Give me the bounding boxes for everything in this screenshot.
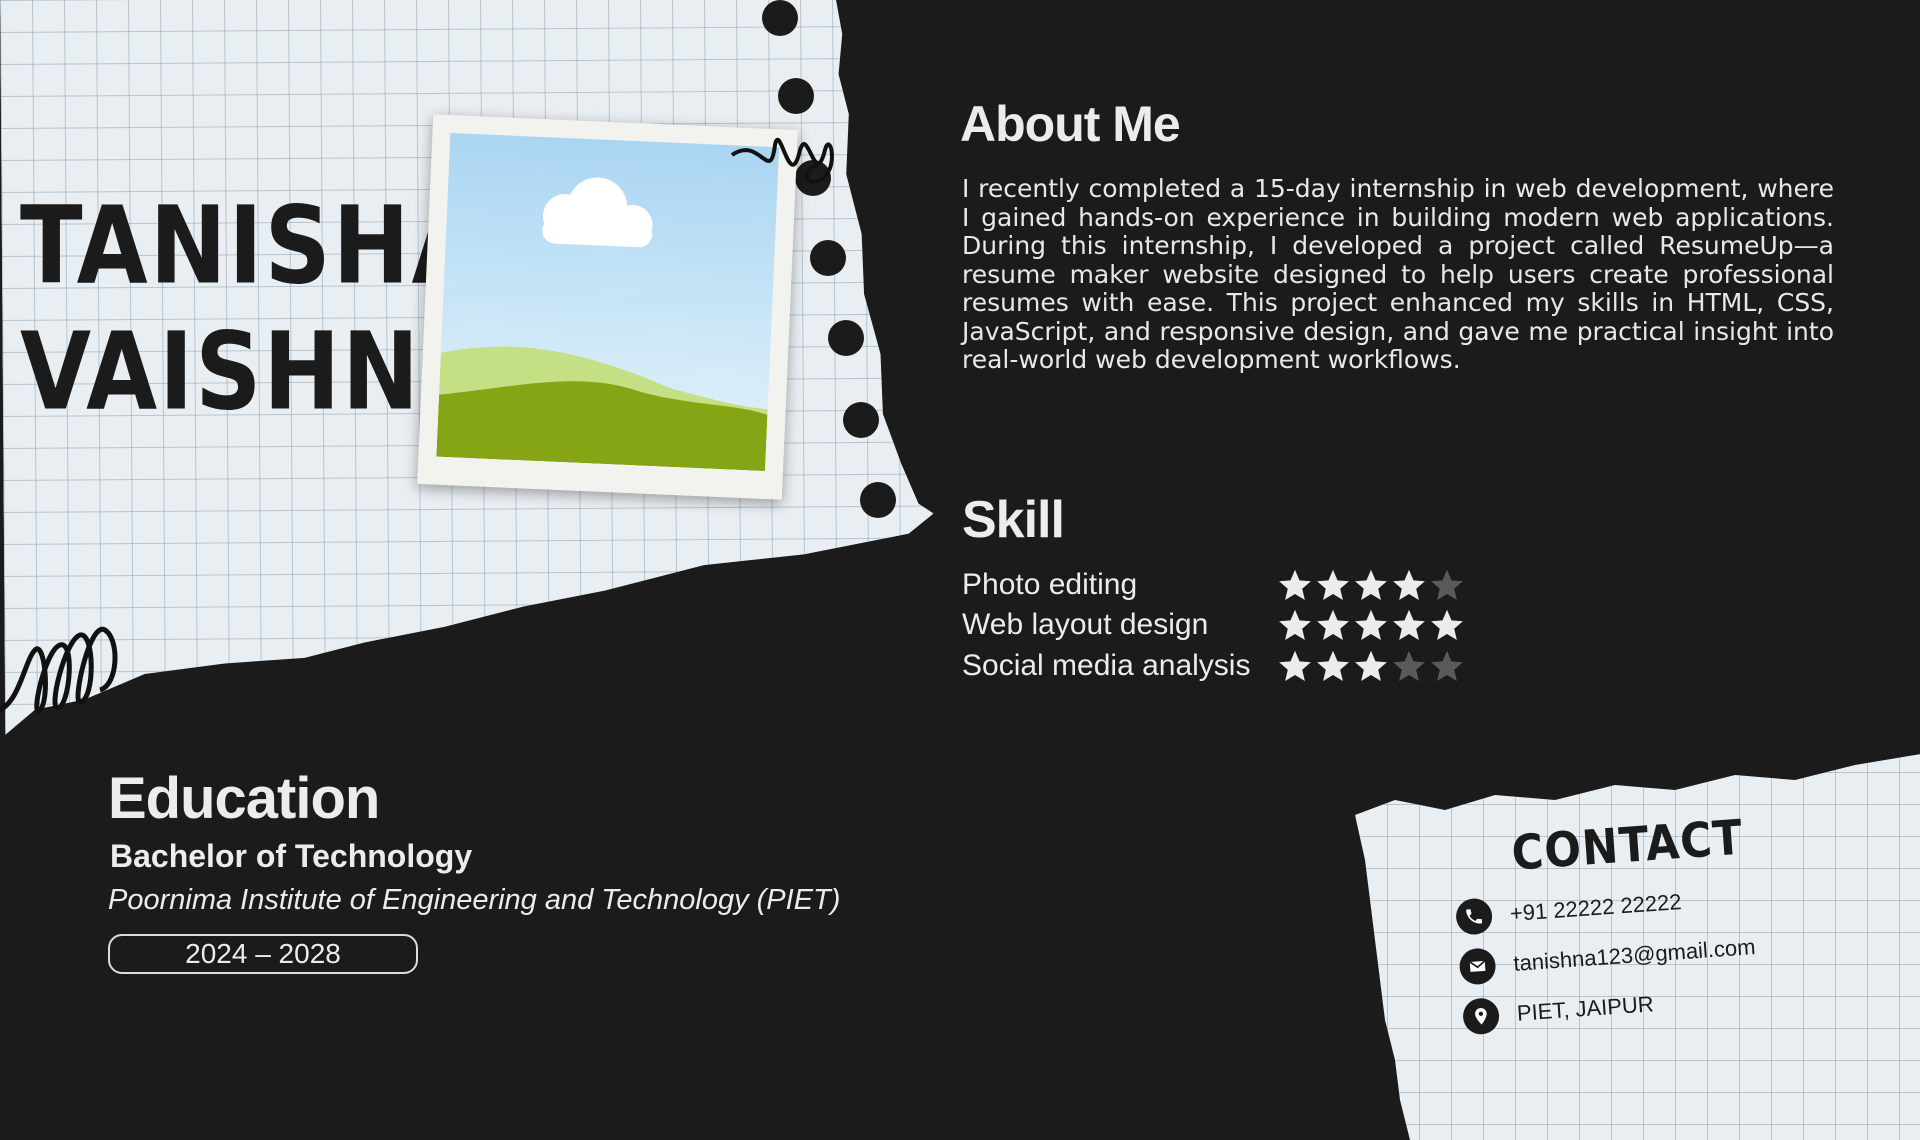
skill-row: Photo editing [962,565,1465,605]
star-empty-icon [1431,650,1463,681]
skill-title: Skill [962,491,1065,549]
scribble-decoration-icon [0,626,118,714]
degree: Bachelor of Technology [110,838,473,874]
contact-location-text: PIET, JAIPUR [1516,991,1655,1026]
contact-card: CONTACT +91 22222 22222 tanishna123@gmai… [1450,805,1823,1036]
skill-row: Web layout design [962,605,1465,645]
skill-row: Social media analysis [962,646,1465,686]
star-filled-icon [1393,609,1425,640]
star-filled-icon [1317,569,1349,600]
contact-phone[interactable]: +91 22222 22222 [1454,875,1817,936]
contact-phone-text: +91 22222 22222 [1509,889,1683,926]
binder-hole [762,0,798,36]
star-filled-icon [1431,609,1463,640]
binder-hole [860,482,896,518]
education-years-badge: 2024 – 2028 [108,934,418,974]
location-pin-icon [1461,997,1501,1036]
skill-rating [1277,607,1465,643]
skill-rating [1277,648,1465,684]
first-name: TANISHA [20,184,485,309]
star-filled-icon [1317,650,1349,681]
binder-hole [810,240,846,276]
star-filled-icon [1279,609,1311,640]
star-filled-icon [1355,609,1387,640]
mail-icon [1458,947,1497,986]
star-filled-icon [1355,569,1387,600]
scribble-decoration-icon [730,137,834,184]
phone-icon [1454,897,1494,936]
about-title: About Me [960,96,1181,152]
skill-label: Photo editing [962,568,1138,601]
contact-email-text: tanishna123@gmail.com [1512,934,1757,976]
star-filled-icon [1317,609,1349,640]
star-filled-icon [1393,569,1425,600]
contact-email[interactable]: tanishna123@gmail.com [1458,925,1820,986]
profile-name: TANISHA VAISHNAV [20,184,561,436]
star-empty-icon [1431,569,1463,600]
last-name: VAISHNAV [20,310,561,435]
about-text: I recently completed a 15-day internship… [962,174,1834,374]
skill-label: Web layout design [962,608,1209,641]
star-filled-icon [1279,650,1311,681]
star-filled-icon [1279,569,1311,600]
skill-rating [1277,567,1465,603]
binder-hole [778,78,814,114]
skill-label: Social media analysis [962,649,1251,682]
binder-hole [828,320,864,356]
star-empty-icon [1393,650,1425,681]
star-filled-icon [1355,650,1387,681]
institute: Poornima Institute of Engineering and Te… [108,884,841,916]
education-title: Education [108,766,380,831]
image-placeholder-icon [436,132,780,472]
binder-hole [843,402,879,438]
